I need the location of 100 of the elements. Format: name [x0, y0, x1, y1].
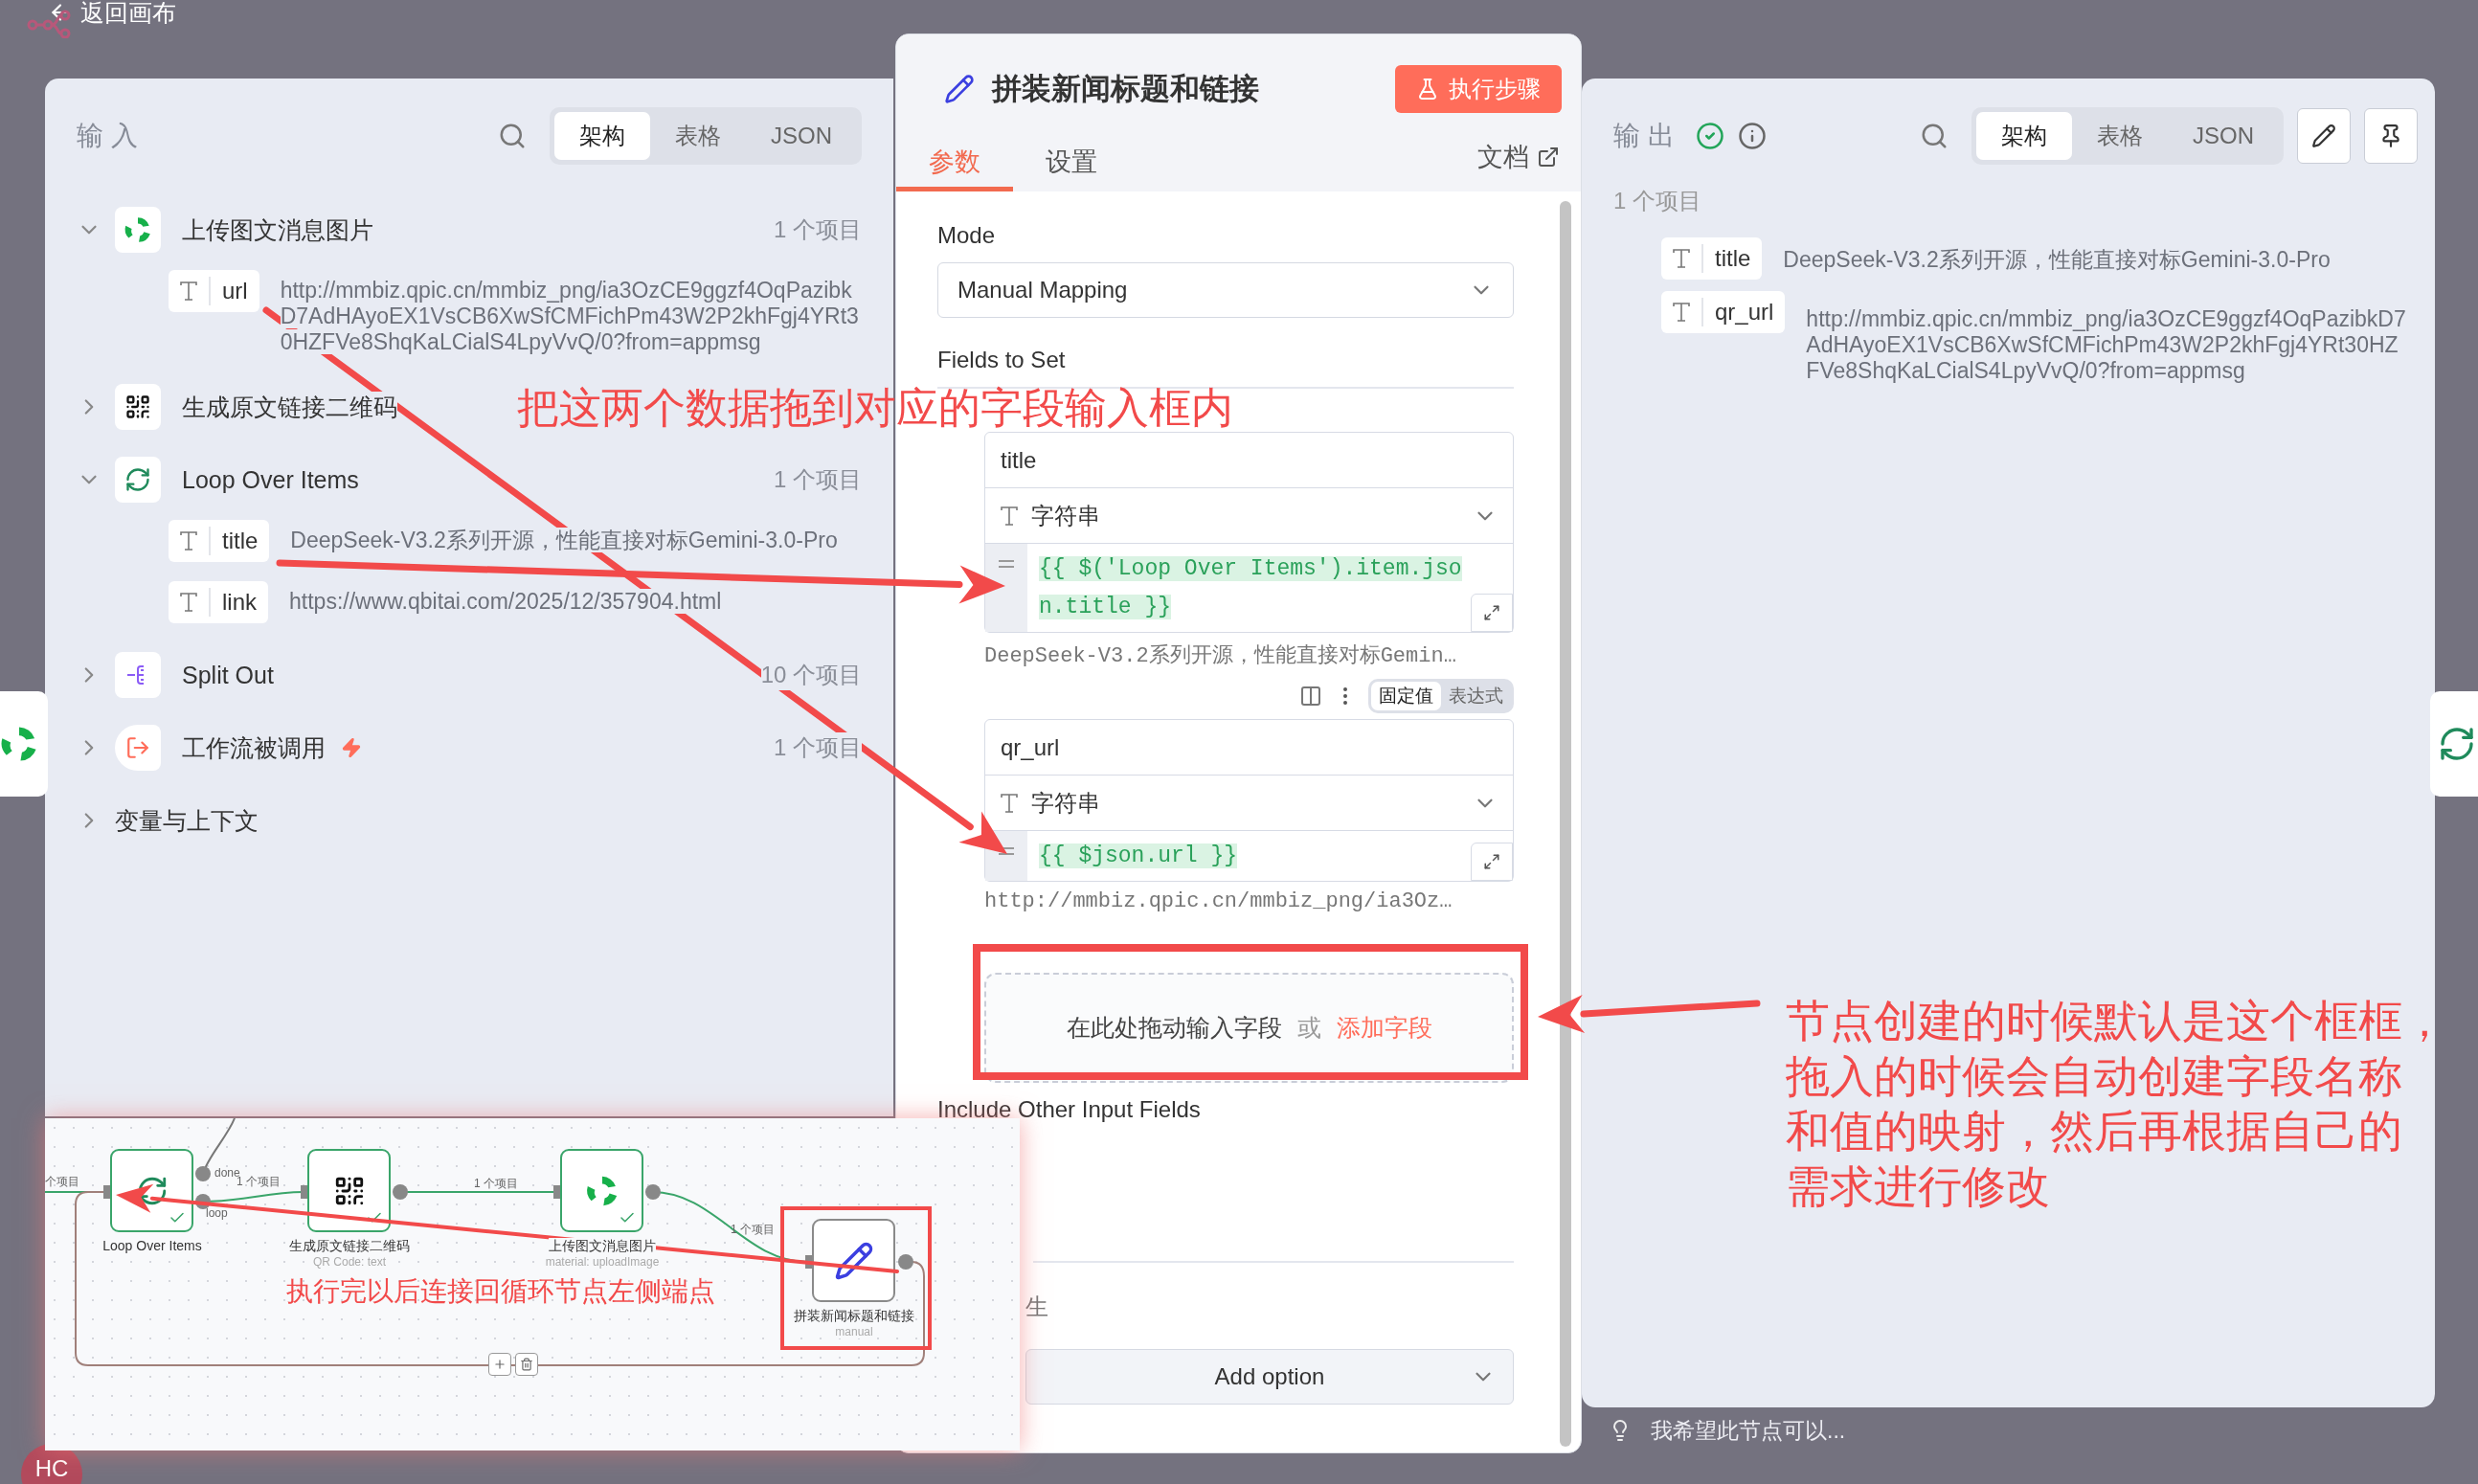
edge-label: 个项目: [45, 1174, 79, 1190]
node-subtitle: manual: [835, 1325, 873, 1338]
node-title: 拼装新闻标题和链接: [992, 71, 1259, 107]
text-type-icon: [180, 281, 197, 302]
value-preview: DeepSeek-V3.2系列开源，性能直接对标Gemin…: [984, 642, 1457, 669]
expand-button[interactable]: [1471, 843, 1513, 881]
field-value: http://mmbiz.qpic.cn/mmbiz_png/ia3OzCE9ggzf4OqPazibkD7AdHAyoEX1VsCB6XwSfCMFichPm43W2P2khFgj4YRt30HZFVe8ShqKaLCialS4LpyVvQ/0?from=appmsg: [1806, 305, 2407, 384]
type-value[interactable]: 字符串: [1031, 500, 1100, 531]
field-name: link: [222, 589, 257, 616]
field-name: title: [1715, 245, 1751, 272]
loop-icon: [2438, 725, 2476, 763]
docs-link[interactable]: 文档: [1477, 140, 1560, 191]
mode-select[interactable]: Manual Mapping: [937, 262, 1514, 318]
node-subtitle: material: uploadImage: [545, 1255, 660, 1269]
output-port[interactable]: [195, 1166, 211, 1181]
equals-icon: [998, 846, 1015, 856]
view-tab[interactable]: 表格: [2072, 112, 2168, 160]
view-tab[interactable]: 表格: [650, 112, 746, 160]
field-pill[interactable]: qr_url: [1661, 291, 1786, 333]
input-port[interactable]: [301, 1185, 307, 1199]
view-tab[interactable]: 架构: [554, 112, 650, 160]
edge-label: loop: [206, 1206, 228, 1220]
info-icon[interactable]: [1738, 122, 1767, 150]
workflow-node[interactable]: [560, 1149, 643, 1232]
panel-title: 输出: [1613, 120, 1682, 152]
field-value: DeepSeek-V3.2系列开源，性能直接对标Gemini-3.0-Pro: [290, 527, 838, 553]
node-label: Loop Over Items: [102, 1238, 202, 1253]
search-icon[interactable]: [1920, 122, 1949, 150]
section-label: 生: [1025, 1293, 1048, 1321]
view-tab[interactable]: JSON: [2168, 112, 2279, 160]
scrollbar[interactable]: [1560, 201, 1571, 1447]
loop-icon: [124, 466, 151, 493]
node-label: 上传图文消息图片: [549, 1238, 656, 1255]
panel-title: 输入: [77, 120, 146, 152]
node-label: 生成原文链接二维码: [289, 1238, 410, 1255]
expand-icon: [1483, 604, 1500, 621]
field-pill[interactable]: title: [169, 520, 270, 562]
add-option-select[interactable]: Add option: [1025, 1349, 1514, 1405]
input-port[interactable]: [553, 1185, 560, 1199]
text-type-icon: [180, 530, 197, 551]
field-pill[interactable]: title: [1661, 237, 1763, 280]
text-type-icon: [180, 592, 197, 613]
delete-button[interactable]: [515, 1353, 538, 1376]
text-type-icon: [1001, 792, 1018, 814]
value-mode-option[interactable]: 表达式: [1441, 682, 1511, 710]
swirl-logo-icon: [123, 214, 153, 245]
item-count: 1 个项目: [1612, 187, 1702, 215]
field-value: https://www.qbitai.com/2025/12/357904.html: [289, 588, 722, 615]
workflow-node[interactable]: [307, 1149, 391, 1232]
input-port[interactable]: [103, 1185, 110, 1199]
text-type-icon: [1673, 302, 1690, 323]
value-preview: http://mmbiz.qpic.cn/mmbiz_png/ia3Oz…: [984, 889, 1453, 913]
field-pill[interactable]: url: [169, 270, 259, 312]
text-type-icon: [1673, 248, 1690, 269]
value-mode-option[interactable]: 固定值: [1371, 682, 1441, 710]
ai-prompt-input[interactable]: 我希望此节点可以...: [1649, 1416, 2032, 1445]
output-port[interactable]: [898, 1254, 913, 1270]
view-tab[interactable]: JSON: [746, 112, 857, 160]
edge-label: 1 个项目: [731, 1222, 775, 1238]
drop-zone[interactable]: 在此处拖动输入字段 或 添加字段: [984, 973, 1514, 1083]
field-name: url: [222, 278, 248, 304]
field-name-input[interactable]: qr_url: [985, 720, 1513, 776]
or-text: 或: [1296, 1013, 1321, 1043]
pencil-icon: [944, 74, 975, 104]
editor-tab[interactable]: 设置: [1013, 136, 1130, 191]
workflow-node[interactable]: [812, 1219, 895, 1302]
annotation-note: 执行完以后连接回循环节点左侧端点: [286, 1275, 715, 1308]
field-name: qr_url: [1715, 299, 1774, 326]
edit-button[interactable]: [2297, 108, 2351, 164]
output-port[interactable]: [645, 1184, 661, 1200]
field-value: DeepSeek-V3.2系列开源，性能直接对标Gemini-3.0-Pro: [1783, 246, 2331, 273]
plus-icon: [493, 1358, 507, 1371]
expand-button[interactable]: [1471, 594, 1513, 632]
pencil-icon: [2311, 124, 2336, 148]
equals-icon: [998, 559, 1015, 569]
back-to-canvas-link[interactable]: 返回画布: [48, 0, 176, 27]
type-value[interactable]: 字符串: [1031, 787, 1100, 819]
field-name-input[interactable]: title: [985, 433, 1513, 488]
pin-button[interactable]: [2364, 108, 2418, 164]
node-subtitle: QR Code: text: [313, 1255, 386, 1269]
output-port[interactable]: [393, 1184, 408, 1200]
search-icon[interactable]: [498, 122, 527, 150]
panel-icon[interactable]: [1299, 685, 1322, 708]
view-tab[interactable]: 架构: [1976, 112, 2072, 160]
field-pill[interactable]: link: [169, 581, 268, 623]
workflow-node[interactable]: [110, 1149, 193, 1232]
external-link-icon: [1537, 146, 1560, 169]
add-node-button[interactable]: [488, 1353, 511, 1376]
qr-code-icon: [124, 393, 151, 420]
input-port[interactable]: [805, 1255, 812, 1269]
pencil-icon: [833, 1240, 874, 1281]
trash-icon: [520, 1358, 533, 1371]
output-port[interactable]: [195, 1194, 211, 1209]
node-label: 拼装新闻标题和链接: [794, 1308, 914, 1325]
lightning-icon: [341, 737, 362, 758]
annotation-note: 节点创建的时候默认是这个框框， 拖入的时候会自动创建字段名称 和值的映射，然后再根据自己的 需求进行修改: [1786, 995, 2446, 1213]
expand-icon: [1483, 853, 1500, 870]
drop-hint: 在此处拖动输入字段: [1066, 1013, 1282, 1043]
edge-label: 1 个项目: [474, 1176, 518, 1192]
field-name: title: [222, 528, 259, 554]
